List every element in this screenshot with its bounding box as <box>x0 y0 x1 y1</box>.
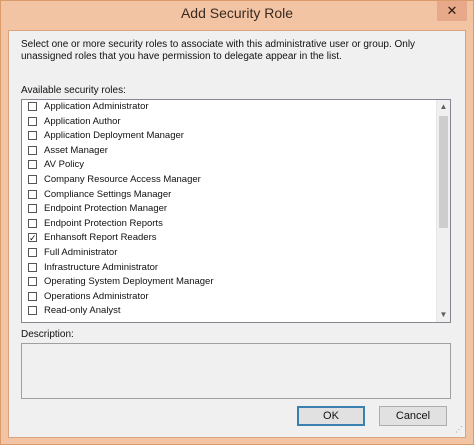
role-item[interactable]: Full Administrator <box>22 246 436 261</box>
role-item[interactable]: Compliance Settings Manager <box>22 188 436 203</box>
dialog-title: Add Security Role <box>180 5 294 21</box>
role-item[interactable]: Application Deployment Manager <box>22 129 436 144</box>
role-checkbox[interactable] <box>28 306 37 316</box>
role-checkbox[interactable] <box>28 174 37 184</box>
role-checkbox[interactable] <box>28 204 37 214</box>
role-item[interactable]: Operating System Deployment Manager <box>22 275 436 290</box>
role-checkbox[interactable] <box>28 116 37 126</box>
role-item[interactable]: Company Resource Access Manager <box>22 173 436 188</box>
role-checkbox[interactable] <box>28 218 37 228</box>
role-label: Company Resource Access Manager <box>44 173 201 185</box>
role-item[interactable]: Application Administrator <box>22 100 436 115</box>
close-button[interactable]: ✕ <box>437 1 467 21</box>
ok-button[interactable]: OK <box>297 406 365 426</box>
role-label: Application Author <box>44 115 121 127</box>
role-label: Operating System Deployment Manager <box>44 276 214 288</box>
role-item[interactable]: AV Policy <box>22 158 436 173</box>
intro-text: Select one or more security roles to ass… <box>21 39 416 62</box>
scroll-down-icon[interactable]: ▼ <box>437 308 450 322</box>
role-label: AV Policy <box>44 159 84 171</box>
role-item[interactable]: Asset Manager <box>22 144 436 159</box>
role-checkbox[interactable] <box>28 145 37 155</box>
role-item[interactable]: Infrastructure Administrator <box>22 261 436 276</box>
role-label: Enhansoft Report Readers <box>44 232 157 244</box>
title-bar[interactable]: Add Security Role ✕ <box>1 1 473 30</box>
role-checkbox[interactable] <box>28 131 37 141</box>
roles-list[interactable]: Application Administrator Application Aut… <box>21 99 451 323</box>
scroll-thumb[interactable] <box>439 116 448 228</box>
role-label: Read-only Analyst <box>44 305 121 317</box>
role-item[interactable]: Read-only Analyst <box>22 304 436 319</box>
role-label: Endpoint Protection Reports <box>44 217 163 229</box>
roles-label: Available security roles: <box>21 85 126 96</box>
roles-scrollbar[interactable]: ▲ ▼ <box>436 100 450 322</box>
role-label: Infrastructure Administrator <box>44 261 159 273</box>
role-checkbox[interactable] <box>28 291 37 301</box>
dialog-body: Select one or more security roles to ass… <box>8 30 466 438</box>
role-checkbox[interactable] <box>28 262 37 272</box>
description-label: Description: <box>21 329 74 340</box>
role-label: Asset Manager <box>44 144 108 156</box>
role-label: Application Administrator <box>44 101 149 112</box>
role-label: Endpoint Protection Manager <box>44 203 168 215</box>
role-item[interactable]: Endpoint Protection Reports <box>22 217 436 232</box>
role-checkbox[interactable] <box>28 247 37 257</box>
cancel-button[interactable]: Cancel <box>379 406 447 426</box>
role-label: Full Administrator <box>44 246 118 258</box>
role-checkbox[interactable] <box>28 160 37 170</box>
role-item[interactable]: Application Author <box>22 115 436 130</box>
role-label: Compliance Settings Manager <box>44 188 172 200</box>
scroll-up-icon[interactable]: ▲ <box>437 100 450 114</box>
roles-items: Application Administrator Application Aut… <box>22 100 436 319</box>
add-security-role-dialog: Add Security Role ✕ Select one or more s… <box>0 0 474 445</box>
role-label: Operations Administrator <box>44 290 149 302</box>
role-checkbox[interactable] <box>28 102 37 111</box>
role-checkbox[interactable] <box>28 189 37 199</box>
role-checkbox[interactable] <box>28 277 37 287</box>
role-item[interactable]: Endpoint Protection Manager <box>22 202 436 217</box>
role-checkbox[interactable]: ✓ <box>28 233 37 243</box>
role-label: Application Deployment Manager <box>44 130 184 142</box>
description-box <box>21 343 451 399</box>
role-item[interactable]: Operations Administrator <box>22 290 436 305</box>
role-item[interactable]: ✓ Enhansoft Report Readers <box>22 231 436 246</box>
resize-grip-icon[interactable]: ⋰ <box>453 425 463 435</box>
